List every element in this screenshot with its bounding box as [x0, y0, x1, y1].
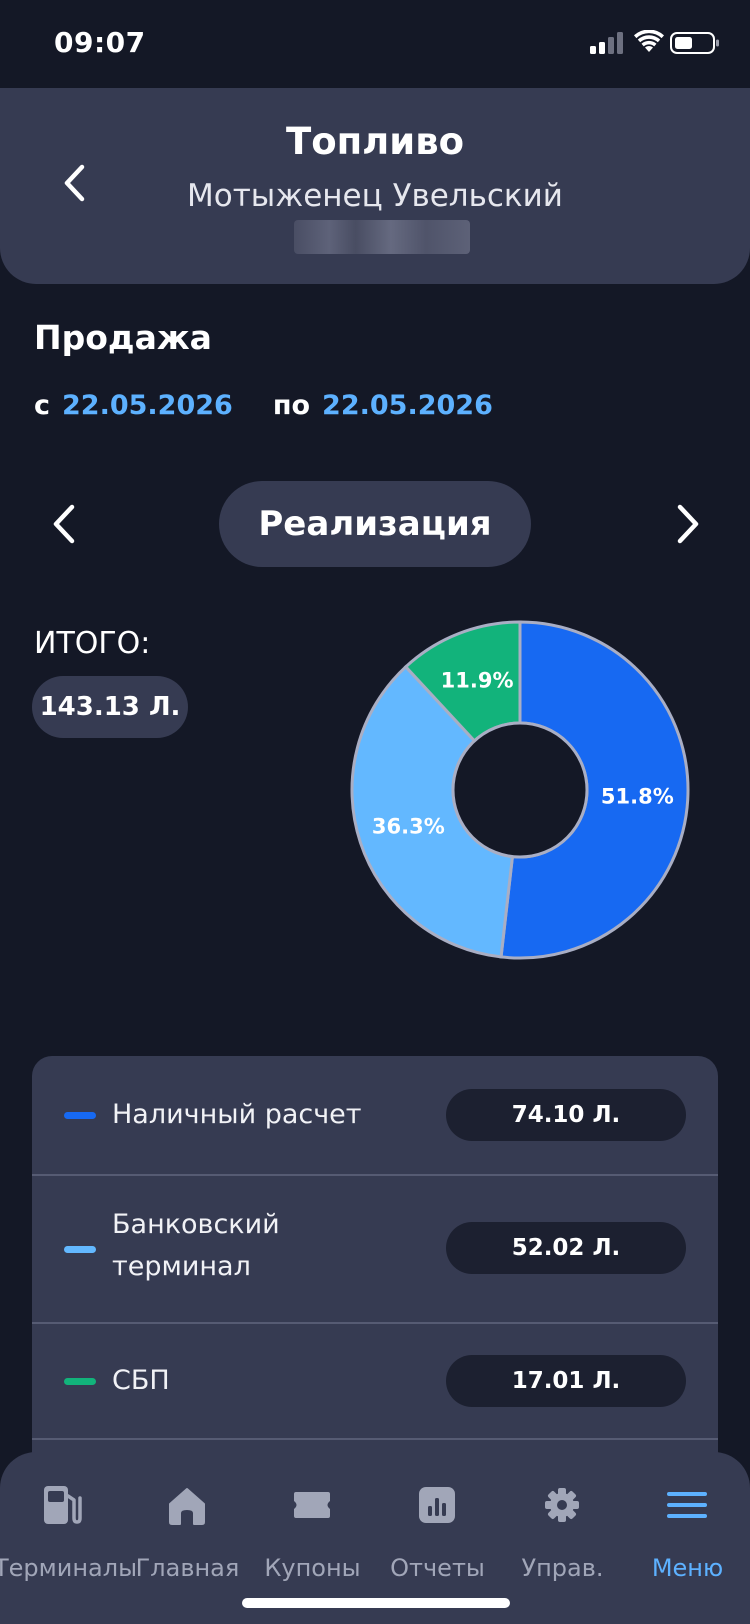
wifi-icon [634, 30, 664, 52]
date-from[interactable]: 22.05.2026 [62, 390, 233, 421]
legend-row-card: Банковский терминал 52.02 Л. [32, 1174, 718, 1324]
gear-icon [545, 1488, 579, 1522]
menu-icon [667, 1492, 707, 1518]
legend-color-card [64, 1246, 96, 1253]
legend-row-cash: Наличный расчет 74.10 Л. [32, 1056, 718, 1176]
donut-chart: 51.8% 36.3% 11.9% [350, 620, 690, 960]
slice-card-label: 36.3% [372, 815, 445, 839]
previous-mode-button[interactable] [38, 496, 90, 552]
legend-name-card-line2: терминал [112, 1251, 251, 1282]
legend-color-cash [64, 1112, 96, 1119]
mode-selector[interactable]: Реализация [219, 481, 531, 567]
report-chart-icon [419, 1487, 455, 1523]
tab-menu-label: Меню [651, 1554, 724, 1582]
date-to[interactable]: 22.05.2026 [322, 390, 493, 421]
tab-management[interactable]: Управ. [500, 1452, 625, 1612]
chevron-right-icon [677, 504, 699, 544]
coupon-icon [294, 1492, 330, 1518]
home-indicator [242, 1598, 510, 1608]
chevron-left-icon [53, 504, 75, 544]
donut-hole [451, 721, 589, 859]
next-mode-button[interactable] [662, 496, 714, 552]
tab-home-label: Главная [135, 1554, 240, 1582]
home-icon [169, 1488, 205, 1525]
slice-cash-label: 51.8% [601, 785, 674, 809]
date-to-label: по [272, 390, 311, 421]
tab-terminals-label: Терминалы [0, 1554, 138, 1582]
battery-icon [670, 32, 719, 54]
legend-name-card: Банковский терминал [112, 1204, 280, 1288]
legend-value-cash: 74.10 Л. [446, 1089, 686, 1141]
tab-menu[interactable]: Меню [625, 1452, 750, 1612]
legend-name-card-line1: Банковский [112, 1209, 280, 1240]
tab-management-label: Управ. [521, 1554, 604, 1582]
station-name: Мотыженец Увельский [187, 178, 563, 214]
fuel-pump-icon [44, 1486, 82, 1524]
total-value: 143.13 Л. [32, 676, 188, 738]
legend-color-sbp [64, 1378, 96, 1385]
slice-sbp-label: 11.9% [441, 669, 514, 693]
screen-header: Топливо Мотыженец Увельский [0, 88, 750, 284]
tab-home[interactable]: Главная [125, 1452, 250, 1612]
tab-reports[interactable]: Отчеты [375, 1452, 500, 1612]
tab-reports-label: Отчеты [390, 1554, 485, 1582]
total-label: ИТОГО: [34, 626, 151, 661]
tab-coupons-label: Купоны [264, 1554, 361, 1582]
legend-value-sbp: 17.01 Л. [446, 1355, 686, 1407]
legend-name-sbp: СБП [112, 1365, 170, 1396]
date-from-label: с [34, 390, 51, 421]
page-title: Топливо [285, 120, 465, 163]
status-time: 09:07 [54, 26, 146, 59]
section-title: Продажа [34, 318, 212, 357]
status-bar: 09:07 [0, 0, 750, 88]
cellular-signal-icon [590, 32, 623, 54]
tab-terminals[interactable]: Терминалы [0, 1452, 137, 1612]
date-range: с 22.05.2026 по 22.05.2026 [34, 390, 493, 421]
redacted-address [294, 220, 470, 254]
tab-coupons[interactable]: Купоны [250, 1452, 375, 1612]
legend-card: Наличный расчет 74.10 Л. Банковский терм… [32, 1056, 718, 1456]
legend-value-card: 52.02 Л. [446, 1222, 686, 1274]
legend-row-sbp: СБП 17.01 Л. [32, 1322, 718, 1440]
legend-name-cash: Наличный расчет [112, 1099, 362, 1130]
